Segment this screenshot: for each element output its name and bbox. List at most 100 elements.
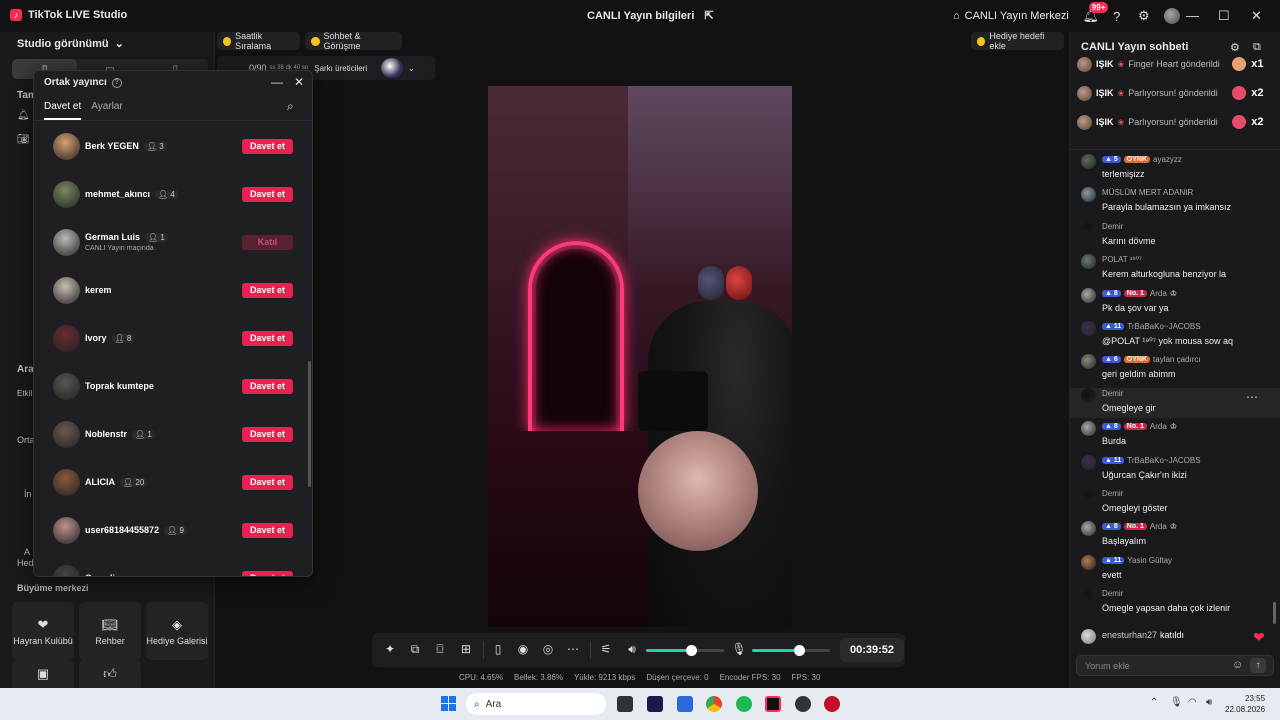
like-heart-icon[interactable]: ❤ bbox=[1253, 629, 1265, 646]
tiktok-icon[interactable] bbox=[765, 696, 781, 712]
notifications-button[interactable]: 🔔︎ 99+ bbox=[1081, 2, 1109, 26]
share-icon[interactable]: ⇱ bbox=[704, 9, 713, 22]
close-icon[interactable]: ✕ bbox=[1251, 8, 1262, 24]
invite-button[interactable]: Katıl bbox=[242, 234, 293, 250]
recorder-icon[interactable] bbox=[824, 696, 840, 712]
volume-slider[interactable] bbox=[646, 645, 724, 656]
close-icon[interactable]: ✕ bbox=[294, 75, 304, 89]
chat-username[interactable]: ayazyzz bbox=[1153, 155, 1182, 164]
add-source-icon[interactable]: ⧉ bbox=[407, 642, 423, 657]
portrait-mode-icon[interactable]: ▯ bbox=[490, 642, 506, 656]
gift-goal-pill[interactable]: Hediye hedefi ekle bbox=[971, 31, 1064, 51]
taskbar-clock[interactable]: 23:55 22.08.2026 bbox=[1225, 693, 1265, 715]
tool-tile[interactable]: 👍︎ bbox=[79, 660, 141, 688]
speaker-icon[interactable]: 🔊︎ bbox=[624, 642, 640, 657]
chat-username[interactable]: POLAT ¹⁹⁰⁷ bbox=[1102, 255, 1142, 264]
invite-button[interactable]: Davet et bbox=[242, 378, 293, 394]
mic-knob[interactable] bbox=[793, 645, 805, 656]
chat-username[interactable]: TrBaBaKo~JACOBS bbox=[1127, 322, 1200, 331]
chat-username[interactable]: Arda bbox=[1150, 422, 1167, 431]
profile-button[interactable] bbox=[1162, 6, 1182, 26]
guide-tile[interactable]: 📖︎ Rehber bbox=[79, 602, 141, 660]
invite-button[interactable]: Davet et bbox=[242, 570, 293, 576]
send-icon[interactable]: ↑ bbox=[1250, 658, 1266, 673]
chat-message[interactable]: ▲ 6 OYNK taylan çadırcı geri geldim abimm bbox=[1081, 354, 1271, 384]
chat-message[interactable]: ▲ 8 No. 1 Arda ♔ Pk da şov var ya bbox=[1081, 287, 1271, 318]
chat-message[interactable]: ▲ 8 No. 1 Arda ♔ Başlayalım bbox=[1081, 521, 1271, 551]
minimize-icon[interactable]: — bbox=[1186, 8, 1199, 23]
chat-message[interactable]: ▲ 8 No. 1 Arda ♔ Burda bbox=[1081, 421, 1271, 451]
invite-button[interactable]: Davet et bbox=[242, 474, 293, 490]
emoji-icon[interactable]: ☺ bbox=[1232, 659, 1243, 671]
windows-start-icon[interactable] bbox=[441, 696, 456, 711]
invite-button[interactable]: Davet et bbox=[242, 522, 293, 538]
focus-icon[interactable]: ◎ bbox=[540, 642, 556, 656]
chat-username[interactable]: TrBaBaKo~JACOBS bbox=[1127, 456, 1200, 465]
bell-icon[interactable]: 🔔︎ bbox=[17, 110, 30, 121]
network-icon[interactable]: ◠ bbox=[1188, 697, 1197, 708]
record-icon[interactable]: ◉ bbox=[515, 642, 531, 656]
comment-input[interactable]: Yorum ekle ☺ ↑ bbox=[1076, 655, 1274, 676]
chat-talk-pill[interactable]: Sohbet & Görüşme bbox=[305, 31, 402, 51]
chat-message[interactable]: Demir Omegle yapsan daha çok izlenir bbox=[1081, 588, 1271, 618]
mic-slider[interactable] bbox=[752, 645, 830, 656]
taskbar-search[interactable]: ⌕ Ara bbox=[466, 693, 606, 715]
maximize-icon[interactable]: ☐ bbox=[1218, 8, 1230, 24]
app-icon[interactable] bbox=[795, 696, 811, 712]
modal-scrollbar[interactable] bbox=[308, 361, 311, 487]
chat-username[interactable]: Yasin Gültay bbox=[1127, 556, 1172, 565]
help-icon[interactable]: ? bbox=[1107, 6, 1127, 26]
microphone-icon[interactable]: 🎙︎ bbox=[731, 642, 747, 656]
live-center-button[interactable]: ⌂ CANLI Yayın Merkezi bbox=[953, 10, 1069, 22]
chat-username[interactable]: MÜSLÜM MERT ADANIR bbox=[1102, 188, 1193, 197]
invite-button[interactable]: Davet et bbox=[242, 186, 293, 202]
mixer-icon[interactable]: ⚟ bbox=[598, 642, 614, 656]
fan-club-tile[interactable]: ❤ Hayran Kulübü bbox=[12, 602, 74, 660]
volume-knob[interactable] bbox=[686, 645, 698, 656]
search-icon[interactable]: ⌕ bbox=[287, 99, 294, 114]
minimize-icon[interactable]: — bbox=[271, 75, 283, 89]
speaker-icon[interactable]: 🔊︎ bbox=[1206, 697, 1212, 708]
tab-settings[interactable]: Ayarlar bbox=[91, 101, 123, 120]
chat-message[interactable]: ▲ 11 TrBaBaKo~JACOBS Uğurcan Çakır'ın ikiz… bbox=[1081, 454, 1271, 485]
chat-message[interactable]: Demir Karını dövme bbox=[1081, 220, 1271, 251]
hourly-ranking-pill[interactable]: Saatlik Sıralama bbox=[217, 31, 300, 51]
chat-username[interactable]: Demir bbox=[1102, 489, 1123, 498]
invite-button[interactable]: Davet et bbox=[242, 282, 293, 298]
chrome-icon[interactable] bbox=[706, 696, 722, 712]
tab-invite[interactable]: Davet et bbox=[44, 101, 82, 120]
studio-view-dropdown[interactable]: Studio görünümü ⌄ bbox=[17, 37, 124, 51]
chat-username[interactable]: Arda bbox=[1150, 522, 1167, 531]
chat-message[interactable]: POLAT ¹⁹⁰⁷ Kerem alturkogluna benziyor la bbox=[1081, 254, 1271, 284]
chat-message[interactable]: ▲ 5 OYNK ayazyzz terlemişizz bbox=[1081, 154, 1271, 184]
magic-wand-icon[interactable]: ✦ bbox=[382, 642, 398, 656]
chevron-up-icon[interactable]: ⌃ bbox=[1150, 697, 1158, 708]
add-media-icon[interactable]: ⊞ bbox=[458, 642, 474, 656]
camera-icon[interactable]: 📷︎ bbox=[17, 134, 30, 145]
chat-message[interactable]: ▲ 11 TrBaBaKo~JACOBS @POLAT ¹⁹⁰⁷ yok mousa… bbox=[1081, 321, 1271, 351]
more-icon[interactable]: ⋯ bbox=[565, 642, 581, 656]
spotify-icon[interactable] bbox=[736, 696, 752, 712]
chat-username[interactable]: Demir bbox=[1102, 389, 1123, 398]
chat-username[interactable]: Demir bbox=[1102, 222, 1123, 231]
chat-username[interactable]: Arda bbox=[1150, 289, 1167, 298]
chat-message[interactable]: Demir Omegleyi göster bbox=[1081, 488, 1271, 518]
invite-button[interactable]: Davet et bbox=[242, 426, 293, 442]
live-info-button[interactable]: CANLI Yayın bilgileri ⇱ bbox=[587, 9, 714, 23]
settings-gear-icon[interactable]: ⚙ bbox=[1134, 6, 1154, 26]
store-icon[interactable] bbox=[677, 696, 693, 712]
chat-scrollbar[interactable] bbox=[1273, 602, 1276, 624]
gift-gallery-tile[interactable]: ◈ Hediye Galerisi bbox=[146, 602, 208, 660]
chat-message[interactable]: MÜSLÜM MERT ADANIR Parayla bulamazsın ya … bbox=[1081, 187, 1271, 217]
more-options-icon[interactable]: ⋯ bbox=[1246, 390, 1258, 404]
tool-tile[interactable]: ▣ bbox=[12, 660, 74, 688]
help-icon[interactable]: ? bbox=[111, 77, 122, 88]
chat-message[interactable]: ▲ 11 Yasin Gültay evett bbox=[1081, 554, 1271, 585]
chevron-down-icon[interactable]: ⌄ bbox=[408, 64, 415, 73]
after-effects-icon[interactable] bbox=[647, 696, 663, 712]
microphone-icon[interactable]: 🎙︎ bbox=[1170, 697, 1183, 708]
invite-button[interactable]: Davet et bbox=[242, 138, 293, 154]
screenshot-icon[interactable]: ⌼ bbox=[432, 642, 448, 657]
chat-username[interactable]: taylan çadırcı bbox=[1153, 355, 1201, 364]
chat-message[interactable]: Demir Omegleye gir ⋯ bbox=[1070, 387, 1280, 418]
